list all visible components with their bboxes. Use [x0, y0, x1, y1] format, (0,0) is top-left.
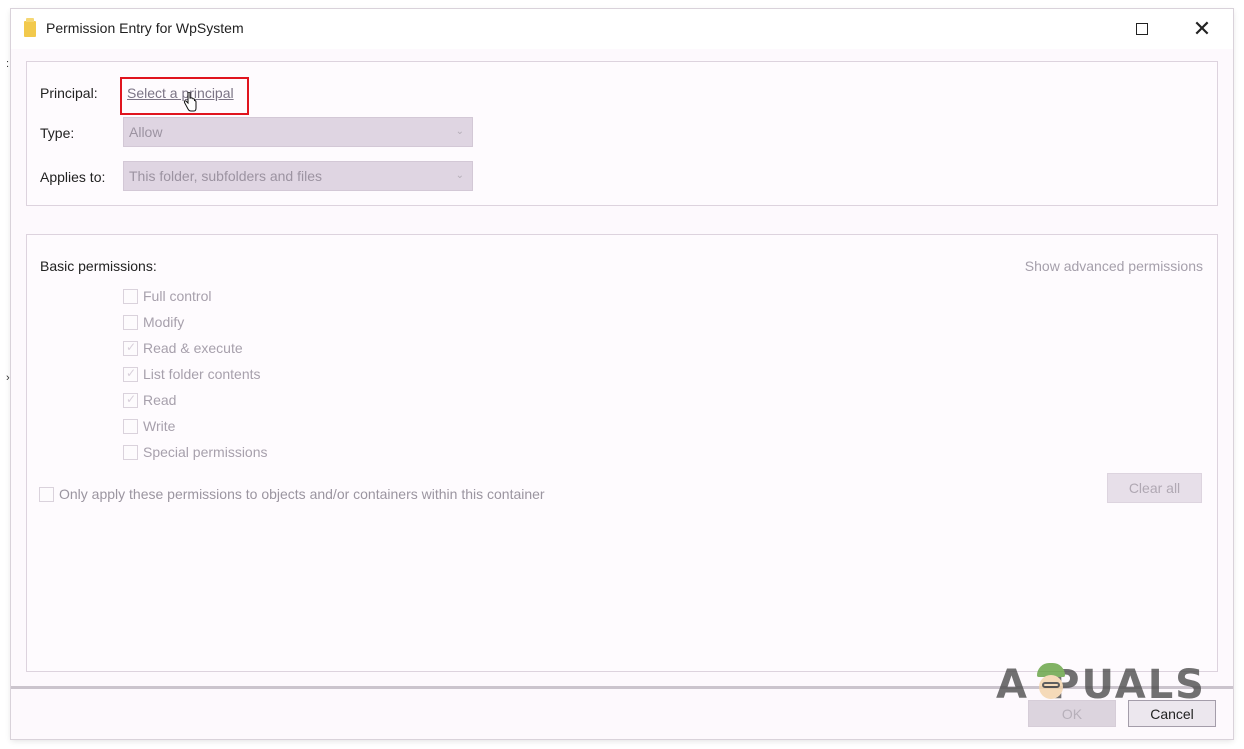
screen: : › Permission Entry for WpSystem ✕ Prin…: [0, 0, 1244, 749]
folder-icon: [24, 18, 36, 37]
permission-label: Read & execute: [143, 340, 243, 356]
permission-label: List folder contents: [143, 366, 261, 382]
type-label: Type:: [40, 125, 75, 141]
checkbox[interactable]: [123, 366, 138, 382]
checkbox[interactable]: [123, 444, 138, 460]
permission-label: Modify: [143, 314, 185, 330]
checkbox[interactable]: [123, 392, 138, 408]
checkbox[interactable]: [123, 340, 138, 356]
watermark-text-left: A: [996, 662, 1029, 708]
permission-read-execute[interactable]: Read & execute: [123, 339, 243, 357]
maximize-button[interactable]: [1117, 9, 1167, 49]
principal-group: Principal: Select a principal Type: Allo…: [26, 61, 1218, 206]
permission-label: Read: [143, 392, 177, 408]
permission-special[interactable]: Special permissions: [123, 443, 268, 461]
only-apply-option[interactable]: Only apply these permissions to objects …: [39, 485, 545, 503]
window-title: Permission Entry for WpSystem: [46, 20, 244, 36]
clear-all-button[interactable]: Clear all: [1107, 473, 1202, 503]
checkbox[interactable]: [123, 418, 138, 434]
permission-label: Write: [143, 418, 176, 434]
title-bar[interactable]: Permission Entry for WpSystem ✕: [11, 9, 1233, 49]
maximize-icon: [1136, 23, 1148, 35]
watermark-text-right: PUALS: [1050, 662, 1206, 708]
permission-entry-dialog: Permission Entry for WpSystem ✕ Principa…: [11, 9, 1233, 739]
close-icon: ✕: [1192, 16, 1212, 41]
hand-cursor-icon: [183, 92, 197, 112]
applies-to-dropdown[interactable]: This folder, subfolders and files ⌄: [123, 161, 473, 191]
checkbox[interactable]: [123, 314, 138, 330]
basic-permissions-group: Basic permissions: Show advanced permiss…: [26, 234, 1218, 672]
permission-list-folder-contents[interactable]: List folder contents: [123, 365, 261, 383]
permission-label: Special permissions: [143, 444, 268, 460]
checkbox[interactable]: [39, 486, 54, 502]
checkbox[interactable]: [123, 288, 138, 304]
type-dropdown-value: Allow: [129, 124, 163, 140]
chevron-down-icon: ⌄: [455, 170, 464, 181]
permission-write[interactable]: Write: [123, 417, 175, 435]
mascot-icon: [1031, 663, 1065, 707]
basic-permissions-label: Basic permissions:: [40, 258, 157, 274]
background-window-fragment: :: [6, 58, 10, 70]
applies-to-label: Applies to:: [40, 169, 106, 185]
permission-read[interactable]: Read: [123, 391, 176, 409]
chevron-down-icon: ⌄: [455, 126, 464, 137]
permission-full-control[interactable]: Full control: [123, 287, 211, 305]
appuals-watermark: A PUALS: [996, 655, 1206, 715]
applies-to-dropdown-value: This folder, subfolders and files: [129, 168, 322, 184]
background-window-fragment: ›: [6, 372, 10, 384]
principal-label: Principal:: [40, 85, 98, 101]
only-apply-label: Only apply these permissions to objects …: [59, 486, 545, 502]
show-advanced-permissions-link[interactable]: Show advanced permissions: [1025, 258, 1203, 274]
close-button[interactable]: ✕: [1177, 9, 1227, 49]
permission-label: Full control: [143, 288, 212, 304]
permission-modify[interactable]: Modify: [123, 313, 184, 331]
type-dropdown[interactable]: Allow ⌄: [123, 117, 473, 147]
